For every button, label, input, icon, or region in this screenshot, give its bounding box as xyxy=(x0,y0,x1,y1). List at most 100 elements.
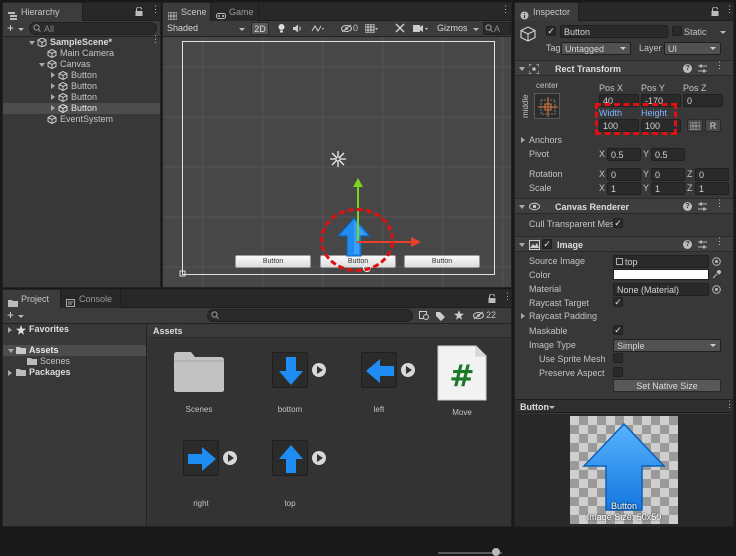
layer-dropdown[interactable]: UI xyxy=(664,42,721,55)
shading-dropdown[interactable]: Shaded xyxy=(167,23,198,33)
project-menu-icon[interactable]: ⋮ xyxy=(503,292,512,304)
active-checkbox[interactable]: ✓ xyxy=(546,26,556,36)
hierarchy-item-button-2[interactable]: Button xyxy=(3,81,160,92)
component-menu-icon[interactable]: ⋮ xyxy=(715,199,724,211)
scene-ui-button-1[interactable]: Button xyxy=(235,255,311,268)
expand-arrow-icon[interactable] xyxy=(8,349,14,353)
hierarchy-search-input[interactable]: All xyxy=(29,22,157,35)
preview-dropdown-arrow-icon[interactable] xyxy=(549,406,555,409)
search-by-type-icon[interactable] xyxy=(419,311,430,323)
use-sprite-mesh-checkbox[interactable] xyxy=(613,353,623,363)
tab-hierarchy[interactable]: Hierarchy xyxy=(3,3,83,21)
set-native-size-button[interactable]: Set Native Size xyxy=(613,379,721,392)
expand-arrow-icon[interactable] xyxy=(519,205,525,209)
favorite-search-icon[interactable] xyxy=(454,310,464,322)
collapse-arrow-icon[interactable] xyxy=(8,370,12,376)
thumbnail-size-slider[interactable] xyxy=(438,548,502,556)
pos-z-field[interactable]: 0 xyxy=(683,94,723,107)
presets-icon[interactable] xyxy=(698,240,707,251)
grid-toggle-icon[interactable] xyxy=(364,23,379,35)
material-field[interactable]: None (Material) xyxy=(613,283,709,296)
dropdown-arrow-icon[interactable] xyxy=(18,28,24,31)
tag-dropdown[interactable]: Untagged xyxy=(561,42,631,55)
hierarchy-item-button-3[interactable]: Button xyxy=(3,92,160,103)
visibility-icon[interactable] xyxy=(341,24,352,35)
sidebar-item-packages[interactable]: Packages xyxy=(3,367,146,378)
tab-game[interactable]: Game xyxy=(211,3,259,21)
effects-icon[interactable] xyxy=(311,24,325,35)
sidebar-item-favorites[interactable]: Favorites xyxy=(3,324,146,335)
image-enabled-checkbox[interactable]: ✓ xyxy=(542,239,552,249)
help-icon[interactable]: ? xyxy=(683,240,692,249)
shading-dropdown-arrow-icon[interactable] xyxy=(239,28,245,31)
tools-icon[interactable] xyxy=(395,23,405,35)
gizmos-dropdown[interactable]: Gizmos xyxy=(437,23,468,33)
asset-left[interactable]: left xyxy=(347,352,415,422)
expand-arrow-icon[interactable] xyxy=(39,63,45,67)
scene-menu-icon[interactable]: ⋮ xyxy=(151,35,160,47)
collapse-arrow-icon[interactable] xyxy=(8,327,12,333)
collapse-arrow-icon[interactable] xyxy=(521,137,525,143)
scale-x-field[interactable]: 1 xyxy=(607,182,641,195)
hierarchy-item-eventsystem[interactable]: EventSystem xyxy=(3,114,160,125)
sidebar-item-assets[interactable]: Assets xyxy=(3,345,146,356)
cull-transparent-checkbox[interactable]: ✓ xyxy=(613,218,623,228)
help-icon[interactable]: ? xyxy=(683,202,692,211)
play-preview-icon[interactable] xyxy=(223,451,237,465)
raw-edit-button[interactable]: R xyxy=(705,119,721,132)
anchors-row[interactable]: Anchors xyxy=(515,135,733,146)
blueprint-mode-button[interactable] xyxy=(687,119,703,132)
collapse-arrow-icon[interactable] xyxy=(51,72,55,78)
scene-menu-icon[interactable]: ⋮ xyxy=(501,5,510,17)
rotation-x-field[interactable]: 0 xyxy=(607,168,641,181)
hierarchy-item-button-1[interactable]: Button xyxy=(3,70,160,81)
expand-arrow-icon[interactable] xyxy=(519,67,525,71)
hierarchy-menu-icon[interactable]: ⋮ xyxy=(151,5,160,17)
eyedropper-icon[interactable] xyxy=(712,269,722,281)
collapse-arrow-icon[interactable] xyxy=(51,83,55,89)
collapse-arrow-icon[interactable] xyxy=(521,313,525,319)
lock-icon[interactable] xyxy=(135,6,143,16)
pivot-y-field[interactable]: 0.5 xyxy=(651,148,685,161)
pivot-x-field[interactable]: 0.5 xyxy=(607,148,641,161)
inspector-menu-icon[interactable]: ⋮ xyxy=(725,5,734,17)
tab-scene[interactable]: Scene xyxy=(163,3,211,21)
object-name-field[interactable]: Button xyxy=(560,25,668,38)
object-picker-icon[interactable] xyxy=(712,285,721,296)
play-preview-icon[interactable] xyxy=(312,363,326,377)
presets-icon[interactable] xyxy=(698,64,707,75)
help-icon[interactable]: ? xyxy=(683,64,692,73)
lighting-icon[interactable] xyxy=(277,23,286,36)
image-type-dropdown[interactable]: Simple xyxy=(613,339,721,352)
asset-move-script[interactable]: # Move xyxy=(430,344,494,424)
play-preview-icon[interactable] xyxy=(401,363,415,377)
collapse-arrow-icon[interactable] xyxy=(51,94,55,100)
hierarchy-item-button-4-selected[interactable]: Button xyxy=(3,103,160,114)
asset-top[interactable]: top xyxy=(258,440,326,510)
static-dropdown-arrow-icon[interactable] xyxy=(720,31,726,34)
mode-2d-toggle[interactable]: 2D xyxy=(251,22,269,35)
slider-thumb[interactable] xyxy=(492,548,500,556)
asset-right[interactable]: right xyxy=(169,440,237,510)
breadcrumb-assets[interactable]: Assets xyxy=(153,326,183,336)
scene-row[interactable]: SampleScene* ⋮ xyxy=(3,35,160,48)
source-image-field[interactable]: top xyxy=(613,255,709,268)
preview-menu-icon[interactable]: ⋮ xyxy=(725,400,734,412)
canvas-renderer-header[interactable]: Canvas Renderer ? ⋮ xyxy=(515,198,733,214)
tab-inspector[interactable]: Inspector xyxy=(515,3,579,21)
add-icon[interactable]: + xyxy=(7,309,14,322)
scale-z-field[interactable]: 1 xyxy=(695,182,729,195)
hierarchy-item-main-camera[interactable]: Main Camera xyxy=(3,48,160,59)
scene-viewport[interactable]: Button Button Button xyxy=(163,37,511,287)
scene-search-input[interactable]: A xyxy=(483,22,511,35)
rotation-z-field[interactable]: 0 xyxy=(695,168,729,181)
expand-arrow-icon[interactable] xyxy=(29,41,35,45)
preserve-aspect-checkbox[interactable] xyxy=(613,367,623,377)
presets-icon[interactable] xyxy=(698,202,707,213)
anchor-presets-button[interactable] xyxy=(534,93,560,119)
static-checkbox[interactable] xyxy=(672,26,682,36)
gizmos-dropdown-arrow-icon[interactable] xyxy=(473,28,479,31)
component-menu-icon[interactable]: ⋮ xyxy=(715,237,724,249)
sidebar-item-scenes[interactable]: Scenes xyxy=(3,356,146,367)
component-menu-icon[interactable]: ⋮ xyxy=(715,61,724,73)
